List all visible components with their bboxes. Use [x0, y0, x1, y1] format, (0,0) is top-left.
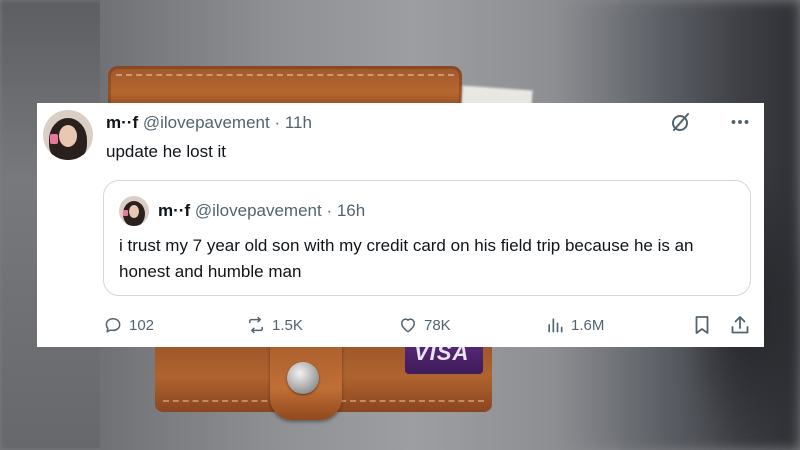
quoted-tweet-header: m··f @ilovepavement · 16h	[158, 201, 365, 221]
quoted-handle-and-time: @ilovepavement · 16h	[194, 201, 366, 220]
more-icon[interactable]	[727, 109, 753, 135]
bookmark-icon[interactable]	[690, 313, 714, 337]
like-button[interactable]: 78K	[398, 310, 451, 340]
author-name[interactable]: m··f	[106, 113, 138, 132]
tweet-text: update he lost it	[106, 142, 227, 161]
reply-button[interactable]: 102	[103, 310, 154, 340]
repost-icon	[249, 316, 263, 334]
tweet-header: m··f @ilovepavement · 11h	[106, 113, 312, 133]
reply-icon	[105, 318, 121, 333]
like-count: 78K	[424, 316, 451, 334]
handle-and-time[interactable]: @ilovepavement · 11h	[143, 113, 312, 132]
quoted-author-name: m··f	[158, 201, 191, 220]
quoted-tweet-text: i trust my 7 year old son with my credit…	[119, 236, 694, 281]
views-count: 1.6M	[571, 316, 605, 334]
quoted-avatar[interactable]	[119, 196, 149, 226]
repost-count: 1.5K	[272, 316, 303, 334]
wallet-snap-button	[287, 362, 319, 394]
share-icon[interactable]	[728, 313, 752, 337]
views-button[interactable]: 1.6M	[545, 310, 604, 340]
action-bar: 102 1.5K 78K 1.6M	[37, 310, 764, 340]
grok-icon[interactable]	[669, 110, 693, 134]
views-icon	[548, 318, 563, 333]
quoted-tweet[interactable]: m··f @ilovepavement · 16h i trust my 7 y…	[103, 180, 751, 296]
repost-button[interactable]: 1.5K	[246, 310, 303, 340]
avatar[interactable]	[43, 110, 93, 160]
like-icon	[401, 318, 415, 333]
tweet-card[interactable]: m··f @ilovepavement · 11h update he lost…	[37, 103, 764, 347]
reply-count: 102	[129, 316, 155, 334]
